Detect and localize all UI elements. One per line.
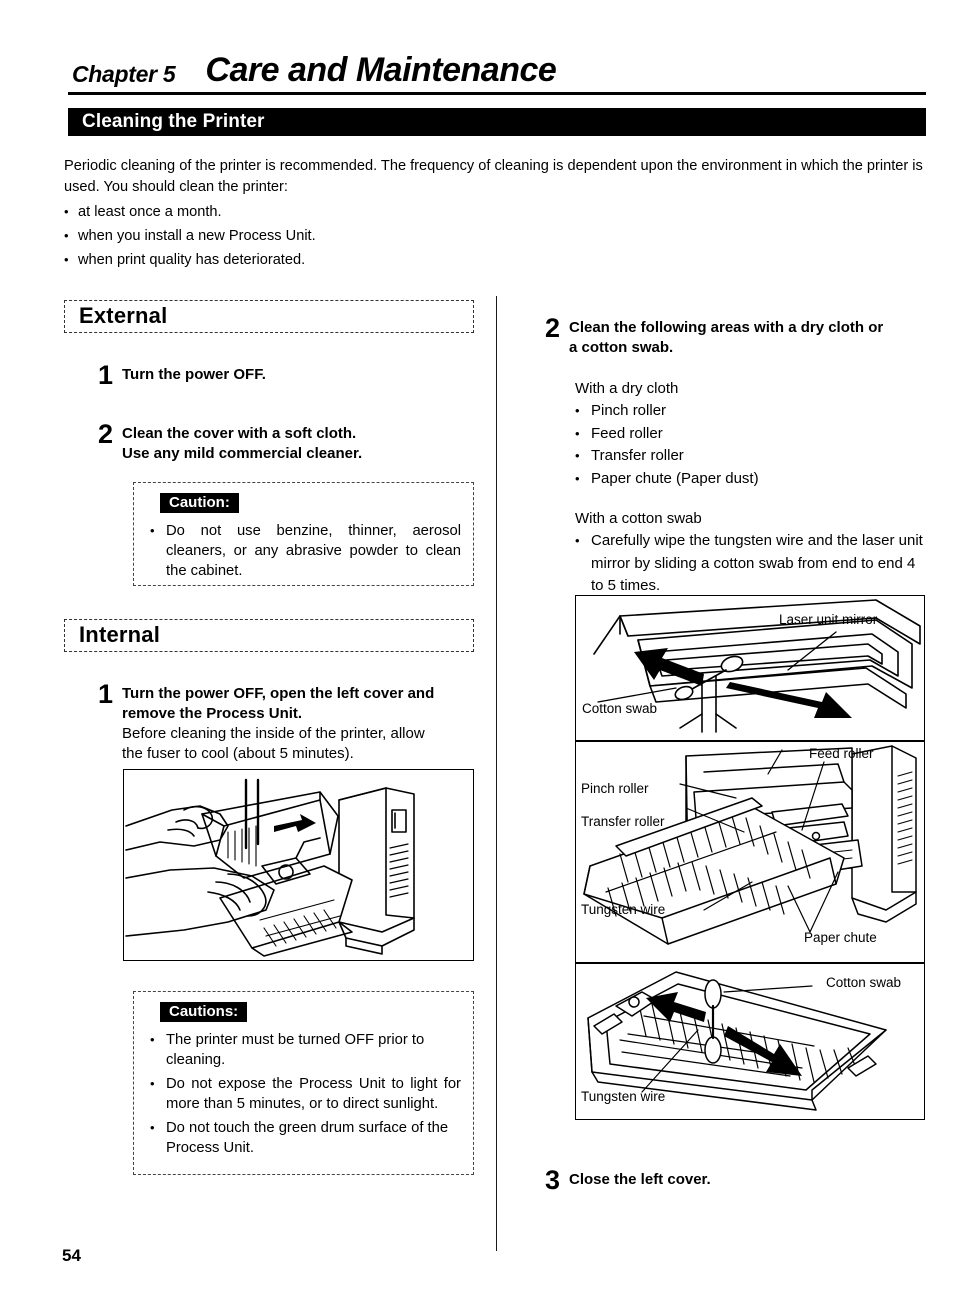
bullet-icon: • — [575, 425, 580, 441]
section-title: Cleaning the Printer — [82, 111, 265, 132]
step-text-bold-1: Clean the following areas with a dry clo… — [569, 319, 884, 336]
process-unit-removal-illustration — [123, 769, 474, 961]
step-text-line-2: Use any mild commercial cleaner. — [122, 445, 363, 462]
page-title: Care and Maintenance — [205, 51, 557, 89]
list-item: • Pinch roller — [575, 400, 930, 423]
figure-label-pinch-roller: Pinch roller — [581, 781, 649, 796]
external-step-2: 2 Clean the cover with a soft cloth. Use… — [98, 419, 476, 464]
chapter-label: Chapter 5 — [72, 61, 176, 87]
figure-label-tungsten-wire: Tungsten wire — [581, 902, 666, 917]
internal-section-heading-box: Internal — [64, 619, 474, 652]
step-number: 2 — [545, 313, 561, 343]
list-item-label: The printer must be turned OFF prior to … — [166, 1032, 425, 1068]
step-number: 3 — [545, 1165, 561, 1195]
step-number: 2 — [98, 419, 114, 449]
bullet-icon: • — [150, 523, 155, 538]
bullet-icon: • — [64, 204, 69, 219]
printer-rollers-illustration: Feed roller Pinch roller Transfer roller… — [575, 741, 925, 963]
list-item: • Transfer roller — [575, 445, 930, 468]
external-heading: External — [79, 303, 168, 328]
document-page: Chapter 5 Care and Maintenance Cleaning … — [0, 0, 954, 1298]
list-item-label: Feed roller — [591, 424, 663, 442]
caution-tag: Caution: — [160, 493, 239, 513]
section-bar: Cleaning the Printer — [68, 108, 926, 136]
list-item: • when you install a new Process Unit. — [64, 224, 564, 248]
internal-step-1: 1 Turn the power OFF, open the left cove… — [98, 679, 478, 764]
bullet-icon: • — [64, 252, 69, 267]
internal-cautions-box: Cautions: • The printer must be turned O… — [133, 991, 474, 1175]
step-number: 1 — [98, 679, 114, 709]
list-item: • at least once a month. — [64, 200, 564, 224]
figure-label-feed-roller: Feed roller — [809, 746, 874, 761]
step-text-plain-1: Before cleaning the inside of the printe… — [122, 725, 425, 742]
external-section-heading-box: External — [64, 300, 474, 333]
dry-cloth-list: • Pinch roller • Feed roller • Transfer … — [575, 400, 930, 490]
list-item: • Feed roller — [575, 423, 930, 446]
header-rule — [68, 92, 926, 95]
list-item-label: when print quality has deteriorated. — [78, 252, 306, 268]
list-item-label: Transfer roller — [591, 447, 684, 464]
list-item: • Carefully wipe the tungsten wire and t… — [575, 530, 930, 598]
list-item: • Do not expose the Process Unit to ligh… — [150, 1074, 461, 1114]
list-item-label: at least once a month. — [78, 204, 222, 220]
list-item-label: Carefully wipe the tungsten wire and the… — [591, 532, 923, 594]
list-item: • Do not use benzine, thinner, aerosol c… — [150, 521, 461, 581]
page-number: 54 — [62, 1246, 81, 1265]
bullet-icon: • — [64, 228, 69, 243]
list-item-label: when you install a new Process Unit. — [78, 228, 316, 244]
list-item: • when print quality has deteriorated. — [64, 248, 564, 272]
caution-list: • Do not use benzine, thinner, aerosol c… — [150, 521, 461, 581]
step-text-bold-2: a cotton swab. — [569, 339, 674, 356]
tungsten-wire-cleaning-illustration: Cotton swab Tungsten wire — [575, 963, 925, 1120]
step-number: 1 — [98, 360, 114, 390]
bullet-icon: • — [575, 533, 580, 548]
bullet-icon: • — [150, 1076, 155, 1091]
step-text: Close the left cover. — [569, 1171, 711, 1188]
bullet-icon: • — [575, 470, 580, 486]
figure-label-tungsten-wire: Tungsten wire — [581, 1089, 666, 1104]
step-text: Turn the power OFF. — [122, 366, 266, 383]
figure-label-cotton-swab: Cotton swab — [826, 975, 902, 990]
cautions-tag: Cautions: — [160, 1002, 248, 1022]
dry-cloth-label: With a dry cloth — [575, 380, 679, 397]
column-divider — [496, 296, 497, 1251]
right-step-3: 3 Close the left cover. — [545, 1165, 925, 1195]
cotton-swab-list: • Carefully wipe the tungsten wire and t… — [575, 530, 930, 598]
figure-label-paper-chute: Paper chute — [804, 930, 877, 945]
process-unit-removal-drawing — [125, 778, 415, 957]
list-item: • Paper chute (Paper dust) — [575, 468, 930, 491]
list-item-label: Do not touch the green drum surface of t… — [166, 1120, 449, 1156]
figure-label-transfer-roller: Transfer roller — [581, 814, 665, 829]
right-step-2: 2 Clean the following areas with a dry c… — [545, 313, 930, 358]
step-text-bold-2: remove the Process Unit. — [122, 705, 303, 722]
internal-heading: Internal — [79, 622, 161, 647]
bullet-icon: • — [150, 1032, 155, 1047]
external-caution-box: Caution: • Do not use benzine, thinner, … — [133, 482, 474, 586]
list-item: • Do not touch the green drum surface of… — [150, 1118, 461, 1158]
cotton-swab-group: With a cotton swab • Carefully wipe the … — [575, 508, 930, 598]
list-item-label: Pinch roller — [591, 402, 667, 419]
intro-paragraph: Periodic cleaning of the printer is reco… — [64, 156, 926, 198]
intro-text: Periodic cleaning of the printer is reco… — [64, 158, 923, 195]
step-text-plain-2: the fuser to cool (about 5 minutes). — [122, 745, 354, 762]
step-text-bold-1: Turn the power OFF, open the left cover … — [122, 685, 435, 702]
intro-bullet-list: • at least once a month. • when you inst… — [64, 200, 564, 272]
figure-label-laser-unit-mirror: Laser unit mirror — [779, 612, 878, 627]
step-text-line-1: Clean the cover with a soft cloth. — [122, 425, 357, 442]
cotton-swab-label: With a cotton swab — [575, 510, 702, 527]
list-item: • The printer must be turned OFF prior t… — [150, 1030, 461, 1070]
printer-rollers-drawing — [583, 745, 917, 945]
laser-unit-mirror-illustration: Laser unit mirror Cotton swab — [575, 595, 925, 741]
figure-label-cotton-swab: Cotton swab — [582, 701, 658, 716]
list-item-label: Do not use benzine, thinner, aerosol cle… — [166, 523, 461, 579]
list-item-label: Paper chute (Paper dust) — [591, 469, 759, 487]
list-item-label: Do not expose the Process Unit to light … — [166, 1076, 461, 1112]
cautions-list: • The printer must be turned OFF prior t… — [150, 1030, 461, 1158]
external-step-1: 1 Turn the power OFF. — [98, 360, 476, 390]
bullet-icon: • — [150, 1120, 155, 1135]
dry-cloth-group: With a dry cloth • Pinch roller • Feed r… — [575, 378, 930, 490]
chapter-header: Chapter 5 Care and Maintenance — [72, 38, 928, 90]
bullet-icon: • — [575, 448, 580, 463]
bullet-icon: • — [575, 403, 580, 418]
